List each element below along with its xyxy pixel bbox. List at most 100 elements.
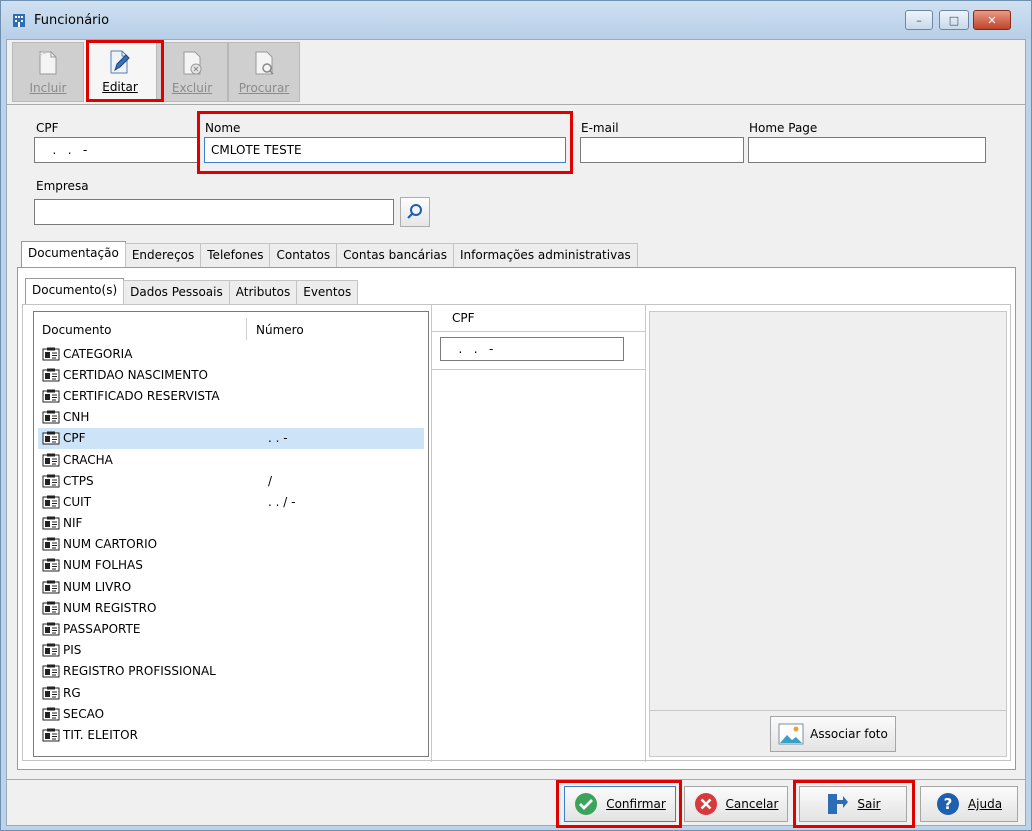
document-name: CUIT [63, 494, 92, 509]
empresa-label: Empresa [36, 179, 89, 193]
document-row[interactable]: NUM CARTORIO [38, 534, 424, 555]
document-row[interactable]: CUIT . . / - [38, 491, 424, 512]
document-row[interactable]: PIS [38, 640, 424, 661]
confirmar-label: Confirmar [606, 797, 666, 811]
nome-label: Nome [205, 121, 241, 135]
document-row[interactable]: REGISTRO PROFISSIONAL [38, 661, 424, 682]
document-row[interactable]: NIF [38, 513, 424, 534]
document-card-icon [42, 410, 60, 424]
email-label: E-mail [581, 121, 619, 135]
document-row[interactable]: NUM REGISTRO [38, 597, 424, 618]
ajuda-label: Ajuda [967, 797, 1003, 811]
column-divider [246, 318, 247, 340]
document-card-icon [42, 347, 60, 361]
document-name: RG [63, 685, 81, 700]
document-card-icon [42, 558, 60, 572]
image-icon [778, 723, 804, 745]
email-field[interactable] [580, 137, 744, 163]
document-name: CATEGORIA [63, 346, 133, 361]
detail-header: CPF [452, 311, 475, 325]
tab-contatos[interactable]: Contatos [269, 243, 338, 267]
document-name: REGISTRO PROFISSIONAL [63, 664, 216, 679]
check-circle-icon [575, 793, 598, 815]
document-rows: CATEGORIA CERTIDAO NASCIMENTO CERTIFICADO … [38, 343, 424, 746]
detail-separator [432, 331, 645, 332]
document-card-icon [42, 368, 60, 382]
document-name: NIF [63, 516, 83, 531]
document-name: NUM FOLHAS [63, 558, 143, 573]
search-document-icon [255, 51, 274, 75]
document-row[interactable]: PASSAPORTE [38, 618, 424, 639]
tab-telefones[interactable]: Telefones [200, 243, 271, 267]
empresa-field[interactable] [34, 199, 394, 225]
minimize-button[interactable]: – [905, 10, 933, 30]
ajuda-button[interactable]: ? Ajuda [920, 786, 1018, 822]
subtab-documentos[interactable]: Documento(s) [25, 278, 125, 304]
tab-contas-bancarias[interactable]: Contas bancárias [336, 243, 455, 267]
document-card-icon [42, 431, 60, 445]
document-row[interactable]: CPF . . - [38, 427, 424, 449]
associar-foto-button[interactable]: Associar foto [770, 716, 896, 752]
incluir-button[interactable]: Incluir [12, 42, 84, 102]
nome-field[interactable] [204, 137, 566, 163]
document-row[interactable]: RG [38, 682, 424, 703]
document-row[interactable]: CNH [38, 407, 424, 428]
homepage-field[interactable] [748, 137, 986, 163]
cpf-field[interactable] [34, 137, 198, 163]
delete-document-icon [183, 51, 202, 75]
sair-button[interactable]: Sair [799, 786, 907, 822]
document-row[interactable]: CERTIFICADO RESERVISTA [38, 385, 424, 406]
tab-enderecos[interactable]: Endereços [124, 243, 202, 267]
sub-tabs: Documento(s) Dados Pessoais Atributos Ev… [25, 278, 359, 304]
procurar-label: Procurar [238, 81, 290, 95]
document-row[interactable]: CRACHA [38, 449, 424, 470]
subtab-eventos[interactable]: Eventos [296, 280, 359, 304]
building-icon [13, 14, 25, 27]
maximize-button[interactable]: □ [939, 10, 969, 30]
editar-button[interactable]: Editar [84, 42, 156, 102]
tab-informacoes-administrativas[interactable]: Informações administrativas [453, 243, 638, 267]
procurar-button[interactable]: Procurar [228, 42, 300, 102]
document-row[interactable]: CATEGORIA [38, 343, 424, 364]
document-name: CNH [63, 410, 90, 425]
col-numero: Número [256, 323, 304, 337]
toolbar-separator [7, 104, 1025, 105]
detail-separator-bottom [432, 369, 645, 370]
documentos-panel: Documento Número CATEGORIA CERTIDAO NASCI… [22, 304, 1011, 762]
associar-foto-label: Associar foto [810, 727, 888, 741]
detail-cpf-field[interactable] [440, 337, 624, 361]
document-card-icon [42, 580, 60, 594]
cancelar-button[interactable]: Cancelar [684, 786, 788, 822]
col-documento: Documento [42, 323, 112, 337]
client-area: Incluir Editar Excluir Procurar CPF . . … [6, 39, 1026, 828]
document-row[interactable]: SECAO [38, 703, 424, 724]
photo-area: Associar foto [649, 311, 1007, 757]
confirmar-button[interactable]: Confirmar [564, 786, 676, 822]
subtab-dados-pessoais[interactable]: Dados Pessoais [123, 280, 230, 304]
empresa-search-button[interactable] [400, 197, 430, 227]
document-card-icon [42, 728, 60, 742]
document-name: SECAO [63, 706, 105, 721]
help-icon: ? [936, 793, 959, 815]
document-name: PIS [63, 643, 82, 658]
close-button[interactable]: ✕ [973, 10, 1011, 30]
document-row[interactable]: CERTIDAO NASCIMENTO [38, 364, 424, 385]
toolbar: Incluir Editar Excluir Procurar [12, 42, 300, 102]
document-card-icon [42, 601, 60, 615]
documentacao-panel: Documento(s) Dados Pessoais Atributos Ev… [17, 267, 1016, 770]
document-card-icon [42, 622, 60, 636]
tab-documentacao[interactable]: Documentação [21, 241, 126, 267]
footer-separator [7, 779, 1025, 780]
excluir-label: Excluir [171, 81, 213, 95]
document-name: CPF [63, 431, 86, 446]
excluir-button[interactable]: Excluir [156, 42, 228, 102]
document-row[interactable]: NUM FOLHAS [38, 555, 424, 576]
document-card-icon [42, 537, 60, 551]
title-bar: Funcionário – □ ✕ [1, 1, 1031, 39]
document-card-icon [42, 389, 60, 403]
document-row[interactable]: CTPS / [38, 470, 424, 491]
document-row[interactable]: TIT. ELEITOR [38, 724, 424, 745]
document-row[interactable]: NUM LIVRO [38, 576, 424, 597]
subtab-atributos[interactable]: Atributos [228, 280, 298, 304]
document-number: . . / - [268, 494, 296, 509]
